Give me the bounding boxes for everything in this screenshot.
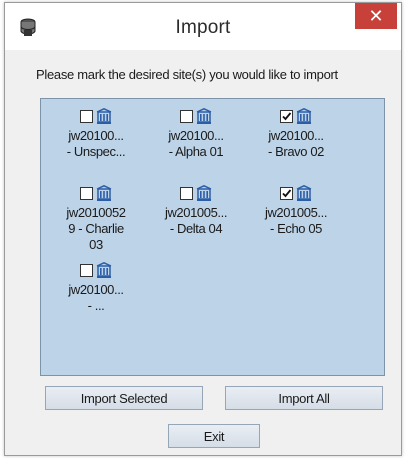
- site-label: jw201005... - Echo 05: [264, 205, 328, 236]
- site-label: jw20100... - Unspec...: [66, 128, 126, 159]
- site-item[interactable]: jw20100... - Unspec...: [51, 107, 141, 160]
- site-label: jw2010052 9 - Charlie 03: [66, 205, 126, 252]
- site-checkbox[interactable]: [180, 186, 193, 200]
- site-label: jw20100... - Bravo 02: [268, 128, 324, 159]
- site-item[interactable]: jw20100... - ...: [51, 261, 141, 314]
- site-checkbox-checked[interactable]: [280, 109, 293, 123]
- site-item-controls: [151, 107, 241, 125]
- close-icon: ✕: [368, 6, 384, 26]
- instructions-text: Please mark the desired site(s) you woul…: [36, 67, 338, 82]
- site-item-controls: [51, 261, 141, 279]
- site-checkbox[interactable]: [80, 109, 93, 123]
- site-item[interactable]: jw201005... - Echo 05: [251, 184, 341, 237]
- sites-list-panel[interactable]: jw20100... - Unspec... jw20100... - Alpha…: [40, 98, 385, 376]
- site-item[interactable]: jw20100... - Alpha 01: [151, 107, 241, 160]
- site-checkbox[interactable]: [80, 186, 93, 200]
- close-button[interactable]: ✕: [355, 3, 397, 29]
- title-bar: Import ✕: [5, 3, 401, 50]
- site-label: jw201005... - Delta 04: [164, 205, 228, 236]
- site-item-controls: [151, 184, 241, 202]
- import-all-button[interactable]: Import All: [225, 386, 383, 410]
- building-icon: [296, 184, 312, 201]
- site-checkbox[interactable]: [80, 263, 93, 277]
- site-item[interactable]: jw20100... - Bravo 02: [251, 107, 341, 160]
- site-item-controls: [51, 107, 141, 125]
- site-label: jw20100... - Alpha 01: [168, 128, 224, 159]
- site-checkbox[interactable]: [180, 109, 193, 123]
- site-item-controls: [251, 107, 341, 125]
- building-icon: [96, 107, 112, 124]
- site-item[interactable]: jw201005... - Delta 04: [151, 184, 241, 237]
- import-dialog: Import ✕ Please mark the desired site(s)…: [4, 2, 402, 456]
- building-icon: [196, 184, 212, 201]
- site-item[interactable]: jw2010052 9 - Charlie 03: [51, 184, 141, 253]
- building-icon: [96, 261, 112, 278]
- site-checkbox-checked[interactable]: [280, 186, 293, 200]
- site-item-controls: [251, 184, 341, 202]
- import-selected-button[interactable]: Import Selected: [45, 386, 203, 410]
- site-item-controls: [51, 184, 141, 202]
- building-icon: [96, 184, 112, 201]
- window-title: Import: [175, 17, 231, 38]
- exit-button[interactable]: Exit: [168, 424, 260, 448]
- site-label: jw20100... - ...: [68, 282, 124, 313]
- building-icon: [196, 107, 212, 124]
- building-icon: [296, 107, 312, 124]
